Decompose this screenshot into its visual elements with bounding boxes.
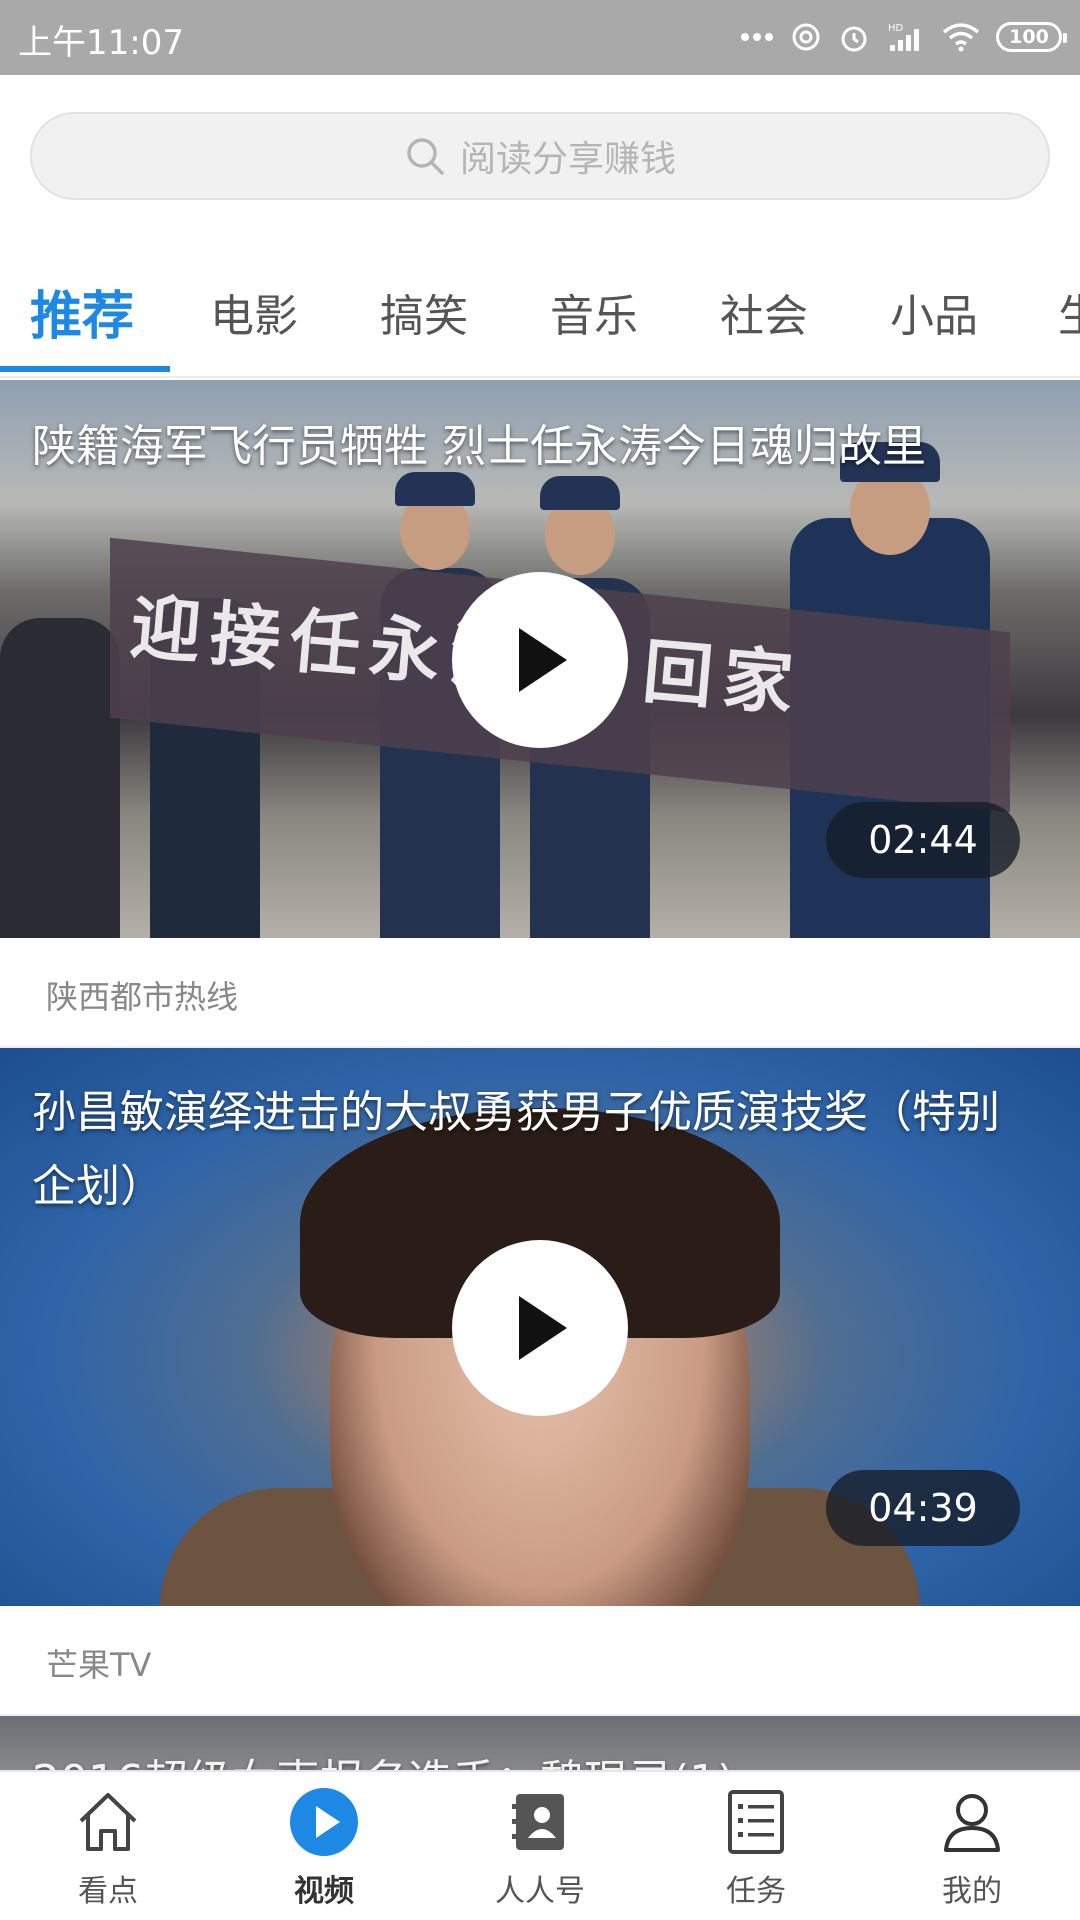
tabs-divider [0,376,1080,378]
user-icon [934,1784,1010,1860]
tab-active-indicator [0,366,170,372]
category-tabs: 推荐 电影 搞笑 音乐 社会 小品 生 [0,262,1080,372]
bottom-nav: 看点 视频 人人号 任务 我的 [0,1770,1080,1920]
play-button-2[interactable] [452,1240,628,1416]
alarm-icon [841,26,867,52]
play-icon [519,628,567,692]
video-source-1[interactable]: 陕西都市热线 [46,972,238,1018]
task-list-icon [718,1784,794,1860]
contacts-icon [502,1784,578,1860]
status-time: 上午11:07 [18,23,184,63]
home-icon [70,1784,146,1860]
signal-icon: HD [888,23,919,51]
tab-music[interactable]: 音乐 [550,280,638,344]
nav-item-kandian[interactable]: 看点 [18,1784,198,1914]
nav-item-mine[interactable]: 我的 [882,1784,1062,1914]
nav-item-task[interactable]: 任务 [666,1784,846,1914]
nav-label: 看点 [78,1874,138,1909]
tab-society[interactable]: 社会 [720,280,808,344]
tab-partial[interactable]: 生 [1058,280,1080,344]
nav-label: 我的 [942,1874,1002,1909]
play-button-1[interactable] [452,572,628,748]
video-title-2[interactable]: 孙昌敏演绎进击的大叔勇获男子优质演技奖（特别企划） [32,1076,1040,1224]
svg-text:HD: HD [888,23,904,34]
search-icon [407,138,444,175]
nav-label: 任务 [726,1874,786,1909]
tab-recommend[interactable]: 推荐 [30,274,134,349]
more-dots-icon [741,33,773,41]
video-duration-2: 04:39 [826,1470,1020,1546]
video-title-1[interactable]: 陕籍海军飞行员牺牲 烈士任永涛今日魂归故里 [32,410,1040,484]
tab-movie[interactable]: 电影 [210,280,298,344]
status-bar: 上午11:07 HD 100 [0,0,1080,75]
battery-icon: 100 [996,22,1067,52]
hotspot-icon [792,23,820,51]
person-figure [0,618,120,938]
wifi-icon [942,23,980,52]
video-source-2[interactable]: 芒果TV [46,1640,151,1686]
play-icon [519,1296,567,1360]
video-duration-1: 02:44 [826,802,1020,878]
nav-item-renrenhao[interactable]: 人人号 [450,1784,630,1914]
video-play-icon [286,1784,362,1860]
nav-item-video[interactable]: 视频 [234,1784,414,1914]
search-bar[interactable]: 阅读分享赚钱 [30,112,1050,200]
tab-sketch[interactable]: 小品 [890,280,978,344]
nav-label: 人人号 [495,1874,585,1909]
tab-funny[interactable]: 搞笑 [380,280,468,344]
search-placeholder: 阅读分享赚钱 [459,139,676,180]
status-icons: HD 100 [740,14,1067,60]
nav-label: 视频 [294,1874,354,1909]
